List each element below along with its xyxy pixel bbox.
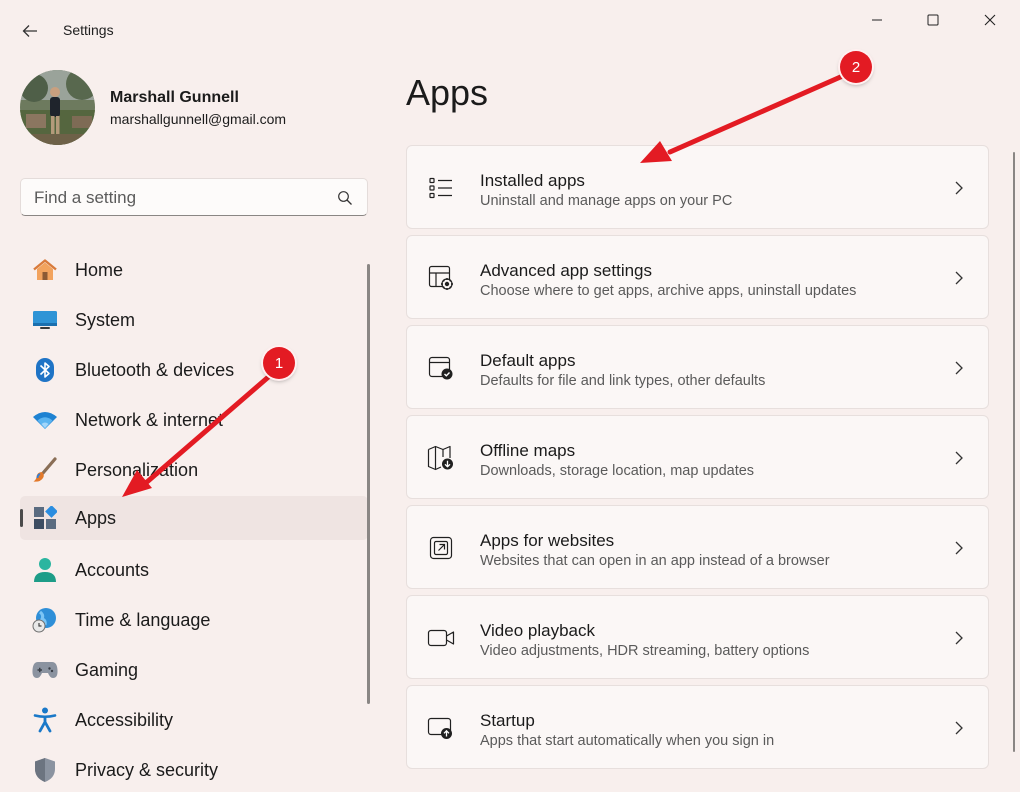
annotation-badge-1: 1 — [263, 347, 295, 379]
annotation-arrow-1 — [137, 370, 276, 491]
annotation-arrowhead-1 — [122, 470, 152, 497]
annotation-arrow-2 — [667, 72, 848, 155]
annotation-arrows — [122, 72, 848, 497]
annotation-arrowhead-2 — [640, 141, 672, 163]
annotation-badge-2: 2 — [840, 51, 872, 83]
